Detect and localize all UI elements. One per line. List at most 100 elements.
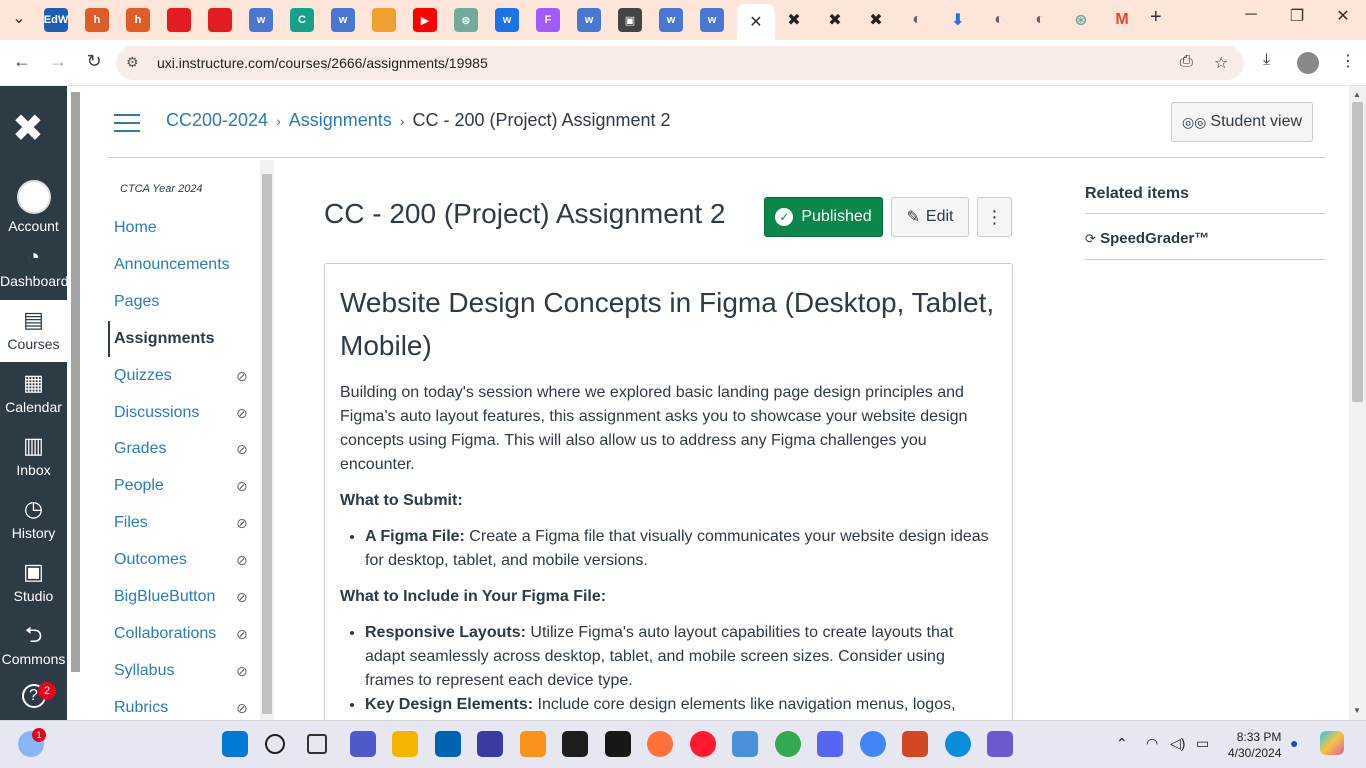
active-tab[interactable]: ✕ xyxy=(737,4,775,40)
bookmark-star-icon[interactable]: ☆ xyxy=(1214,53,1228,73)
tab-edweb-icon[interactable]: EdW xyxy=(44,8,68,32)
tab-chatgpt-icon[interactable]: ⊛ xyxy=(1069,8,1093,32)
volume-icon[interactable]: ◁) xyxy=(1170,735,1185,752)
github-icon[interactable] xyxy=(604,731,631,757)
profile-avatar[interactable] xyxy=(1297,52,1319,74)
gnav-history[interactable]: ◷ History xyxy=(0,489,67,551)
course-nav-collaborations[interactable]: Collaborations xyxy=(114,625,216,643)
reload-icon[interactable]: ↻ xyxy=(82,51,106,72)
global-nav-scrollbar[interactable] xyxy=(67,86,83,720)
course-nav-bigbluebutton[interactable]: BigBlueButton xyxy=(114,588,215,606)
scroll-down-icon[interactable]: ▼ xyxy=(1353,706,1361,715)
gnav-courses[interactable]: ▤ Courses xyxy=(0,300,67,362)
edge-icon[interactable] xyxy=(944,731,971,757)
back-icon[interactable]: ← xyxy=(10,51,34,72)
app-icon[interactable] xyxy=(477,731,503,757)
tab-globe-icon[interactable]: ◐ xyxy=(1028,8,1052,32)
close-window-icon[interactable]: ✕ xyxy=(1328,6,1358,26)
published-button[interactable]: ✓ Published xyxy=(764,197,883,237)
system-clock[interactable]: 8:33 PM 4/30/2024 xyxy=(1228,729,1281,761)
course-nav-pages[interactable]: Pages xyxy=(114,293,159,311)
breadcrumb-course[interactable]: CC200-2024 xyxy=(166,110,268,130)
breadcrumb-assignments[interactable]: Assignments xyxy=(289,110,392,130)
tab-doc-icon[interactable]: w xyxy=(577,8,601,32)
tab-figma-icon[interactable]: F xyxy=(536,8,560,32)
downloads-icon[interactable]: ⤓ xyxy=(1263,51,1270,69)
firefox-icon[interactable] xyxy=(647,731,673,757)
forward-icon[interactable]: → xyxy=(46,51,70,72)
bitcoin-icon[interactable] xyxy=(519,731,546,757)
canvas-logo[interactable]: ✖ xyxy=(12,106,44,151)
gnav-dashboard[interactable]: ◔ Dashboard xyxy=(0,237,69,299)
url-text[interactable]: uxi.instructure.com/courses/2666/assignm… xyxy=(157,55,488,71)
new-tab-button[interactable]: + xyxy=(1150,6,1162,29)
minimize-icon[interactable]: ─ xyxy=(1236,6,1266,24)
tab-contact-icon[interactable]: ▣ xyxy=(618,8,642,32)
speedgrader-link[interactable]: ⟳ SpeedGrader™ xyxy=(1085,230,1209,247)
course-nav-grades[interactable]: Grades xyxy=(114,440,166,458)
chrome-icon[interactable] xyxy=(859,731,886,757)
course-nav-outcomes[interactable]: Outcomes xyxy=(114,551,187,569)
battery-icon[interactable]: ▭ xyxy=(1196,735,1209,752)
task-view-icon[interactable] xyxy=(307,734,327,754)
tab-record-icon[interactable] xyxy=(167,8,191,32)
teams-icon[interactable] xyxy=(349,731,376,757)
file-explorer-icon[interactable] xyxy=(392,731,418,757)
install-app-icon[interactable]: ⎙ xyxy=(1180,53,1193,71)
store-icon[interactable] xyxy=(434,731,461,757)
tab-c-icon[interactable]: C xyxy=(290,8,314,32)
edit-button[interactable]: ✎ Edit xyxy=(891,197,969,237)
tab-hangouts-icon[interactable]: h xyxy=(85,8,109,32)
course-nav-files[interactable]: Files xyxy=(114,514,148,532)
settings-icon[interactable] xyxy=(732,731,758,757)
course-nav-scrollbar[interactable] xyxy=(260,160,274,720)
discord-icon[interactable] xyxy=(817,731,843,757)
more-options-button[interactable]: ⋮ xyxy=(977,197,1012,237)
tab-doc-icon[interactable]: w xyxy=(659,8,683,32)
tab-globe-icon[interactable]: ◐ xyxy=(987,8,1011,32)
page-scrollbar[interactable]: ▲ ▼ xyxy=(1349,86,1366,720)
chrome-icon[interactable] xyxy=(774,731,801,757)
tab-youtube-icon[interactable]: ▶ xyxy=(413,8,437,32)
omnibox[interactable]: ⚙ uxi.instructure.com/courses/2666/assig… xyxy=(116,46,1244,80)
opera-icon[interactable] xyxy=(689,731,716,757)
tab-globe-icon[interactable]: ◐ xyxy=(905,8,929,32)
site-info-icon[interactable]: ⚙ xyxy=(126,54,139,71)
course-menu-toggle[interactable] xyxy=(114,114,140,138)
gnav-account[interactable]: Account xyxy=(0,174,67,236)
tab-hangouts-icon[interactable]: h xyxy=(126,8,150,32)
copilot-app-icon[interactable] xyxy=(987,731,1013,757)
help-button[interactable]: ? xyxy=(0,676,67,716)
tab-chatgpt-icon[interactable]: ⊛ xyxy=(454,8,478,32)
course-nav-announcements[interactable]: Announcements xyxy=(114,256,230,274)
chevron-up-icon[interactable]: ⌃ xyxy=(1116,735,1128,752)
wifi-icon[interactable]: ◠ xyxy=(1146,735,1158,752)
gnav-inbox[interactable]: ▥ Inbox xyxy=(0,426,67,488)
course-nav-assignments[interactable]: Assignments xyxy=(114,330,214,348)
tab-food-icon[interactable] xyxy=(372,8,396,32)
student-view-button[interactable]: ◎◎ Student view xyxy=(1171,102,1313,142)
gnav-commons[interactable]: ⮌ Commons xyxy=(0,615,67,677)
tab-download-icon[interactable]: ⬇ xyxy=(946,8,970,32)
tab-doc-icon[interactable]: w xyxy=(249,8,273,32)
gnav-calendar[interactable]: ▦ Calendar xyxy=(0,363,67,425)
search-icon[interactable] xyxy=(264,734,285,754)
menu-kebab-icon[interactable]: ⋮ xyxy=(1340,51,1356,71)
restore-icon[interactable]: ❐ xyxy=(1282,6,1312,26)
close-tab-icon[interactable]: ✕ xyxy=(749,12,762,32)
tab-gmail-icon[interactable]: M xyxy=(1110,8,1134,32)
course-nav-discussions[interactable]: Discussions xyxy=(114,404,199,422)
gnav-studio[interactable]: ▣ Studio xyxy=(0,552,67,614)
course-nav-home[interactable]: Home xyxy=(114,219,157,237)
course-nav-rubrics[interactable]: Rubrics xyxy=(114,699,168,717)
course-nav-quizzes[interactable]: Quizzes xyxy=(114,367,172,385)
course-nav-syllabus[interactable]: Syllabus xyxy=(114,662,174,680)
tab-x-icon[interactable]: ✖ xyxy=(823,8,847,32)
tab-record-icon[interactable] xyxy=(208,8,232,32)
figma-icon[interactable] xyxy=(562,731,588,757)
course-nav-people[interactable]: People xyxy=(114,477,164,495)
tab-x-icon[interactable]: ✖ xyxy=(864,8,888,32)
tab-x-icon[interactable]: ✖ xyxy=(782,8,806,32)
tab-dropdown-icon[interactable]: ⌄ xyxy=(4,8,34,28)
tab-doc-icon[interactable]: w xyxy=(700,8,724,32)
